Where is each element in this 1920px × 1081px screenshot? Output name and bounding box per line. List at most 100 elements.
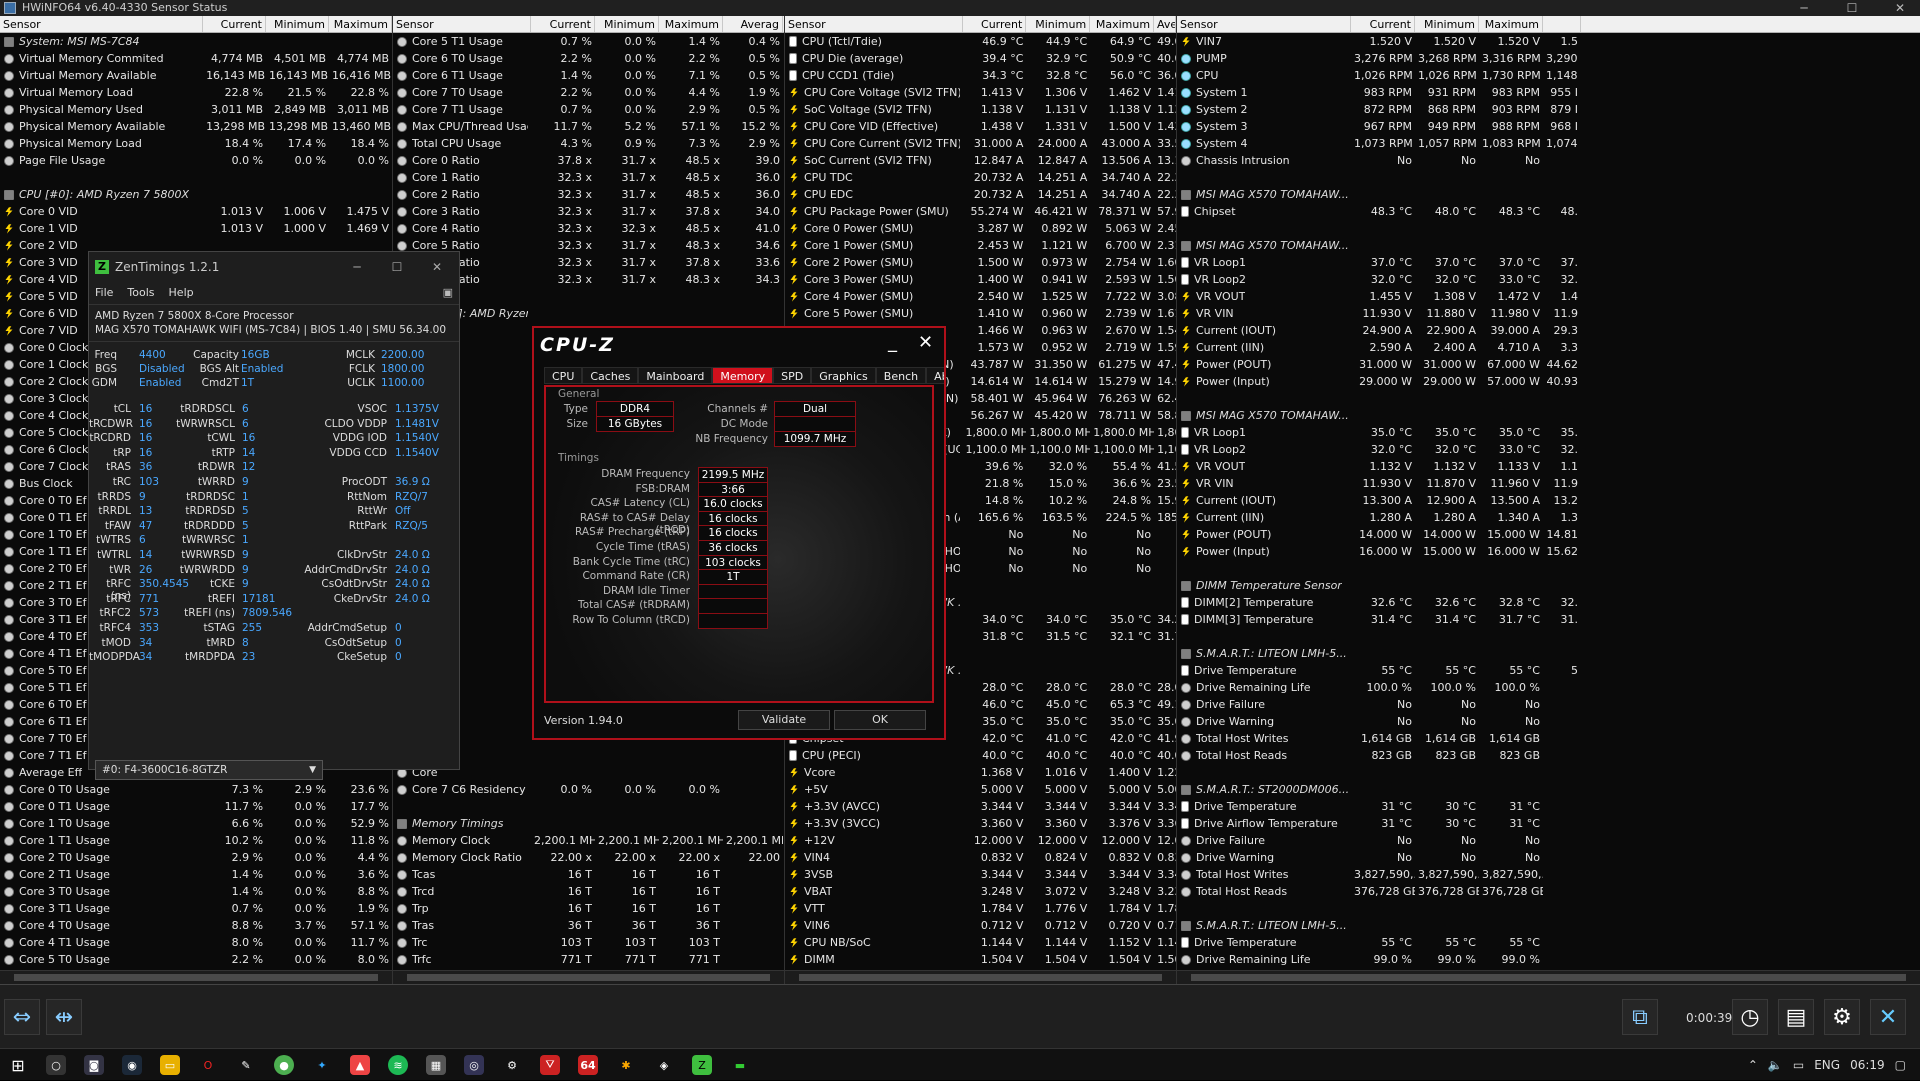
- sensor-row[interactable]: Core 7 C6 Residency 0.0 % 0.0 % 0.0 %: [393, 781, 784, 798]
- zentimings-taskbar-icon[interactable]: Z: [692, 1055, 712, 1075]
- sensor-group-header[interactable]: DIMM Temperature Sensor: [1177, 577, 1920, 594]
- gear-icon[interactable]: ⚙: [1824, 999, 1860, 1035]
- sensor-row[interactable]: Total Host Writes 1,614 GB 1,614 GB 1,614 G…: [1177, 730, 1920, 747]
- sensor-row[interactable]: [1177, 560, 1920, 577]
- sensor-row[interactable]: VR VOUT 1.132 V 1.132 V 1.133 V 1.1: [1177, 458, 1920, 475]
- column-header[interactable]: Maximum: [1479, 16, 1543, 32]
- sensor-group-header[interactable]: S.M.A.R.T.: LITEON LMH-5...: [1177, 645, 1920, 662]
- sensor-row[interactable]: CPU (Tctl/Tdie) 46.9 °C 44.9 °C 64.9 °C 49.0: [785, 33, 1176, 50]
- msi-afterburner-icon[interactable]: ⛛: [540, 1055, 560, 1075]
- sensor-row[interactable]: +5V 5.000 V 5.000 V 5.000 V 5.00: [785, 781, 1176, 798]
- sensor-row[interactable]: Core 1 Ratio 32.3 x 31.7 x 48.5 x 36.0: [393, 169, 784, 186]
- discord-icon[interactable]: ◙: [84, 1055, 104, 1075]
- windows-start-icon[interactable]: ⊞: [8, 1055, 28, 1075]
- sensor-row[interactable]: Power (POUT) 14.000 W 14.000 W 15.000 W 14.8…: [1177, 526, 1920, 543]
- chevron-up-icon[interactable]: ⌃: [1748, 1058, 1758, 1072]
- sensor-row[interactable]: 3VSB 3.344 V 3.344 V 3.344 V 3.34: [785, 866, 1176, 883]
- sensor-row[interactable]: Tras 36 T 36 T 36 T: [393, 917, 784, 934]
- sensor-row[interactable]: System 3 967 RPM 949 RPM 988 RPM 968 I: [1177, 118, 1920, 135]
- zen-minimize-button[interactable]: ─: [337, 252, 377, 282]
- sensor-row[interactable]: Drive Failure No No No: [1177, 832, 1920, 849]
- column-header[interactable]: Minimum: [266, 16, 329, 32]
- close-icon[interactable]: ✕: [1880, 0, 1920, 16]
- sensor-row[interactable]: Drive Remaining Life 100.0 % 100.0 % 100.0 …: [1177, 679, 1920, 696]
- sensor-row[interactable]: Core 3 Power (SMU) 1.400 W 0.941 W 2.593 W 1…: [785, 271, 1176, 288]
- column-header[interactable]: Maximum: [659, 16, 723, 32]
- sensor-row[interactable]: DIMM[2] Temperature 32.6 °C 32.6 °C 32.8 °C…: [1177, 594, 1920, 611]
- column-header[interactable]: Maximum: [329, 16, 392, 32]
- brave-icon[interactable]: ▲: [350, 1055, 370, 1075]
- sensor-row[interactable]: System 1 983 RPM 931 RPM 983 RPM 955 I: [1177, 84, 1920, 101]
- column-header[interactable]: Sensor: [393, 16, 531, 32]
- tab-memory[interactable]: Memory: [712, 367, 774, 384]
- sensor-row[interactable]: +3.3V (3VCC) 3.360 V 3.360 V 3.376 V 3.36: [785, 815, 1176, 832]
- arrows-collapse-icon[interactable]: ⇹: [46, 999, 82, 1035]
- sensor-row[interactable]: VIN4 0.832 V 0.824 V 0.832 V 0.83: [785, 849, 1176, 866]
- add-log-icon[interactable]: ▤: [1778, 999, 1814, 1035]
- sensor-row[interactable]: Core 6 T1 Usage 1.4 % 0.0 % 7.1 % 0.5 %: [393, 67, 784, 84]
- settings-app-icon[interactable]: ⚙: [502, 1055, 522, 1075]
- sensor-row[interactable]: CPU 1,026 RPM 1,026 RPM 1,730 RPM 1,148 I: [1177, 67, 1920, 84]
- sensor-row[interactable]: Core 4 T1 Usage 8.0 % 0.0 % 11.7 %: [0, 934, 392, 951]
- tab-mainboard[interactable]: Mainboard: [638, 367, 713, 384]
- sensor-row[interactable]: Core 7 T0 Usage 2.2 % 0.0 % 4.4 % 1.9 %: [393, 84, 784, 101]
- sensor-row[interactable]: CPU CCD1 (Tdie) 34.3 °C 32.8 °C 56.0 °C 36.0: [785, 67, 1176, 84]
- minimize-button[interactable]: ─: [1784, 0, 1824, 16]
- sensor-row[interactable]: Physical Memory Used 3,011 MB 2,849 MB 3,01…: [0, 101, 392, 118]
- sensor-row[interactable]: Core 1 T0 Usage 6.6 % 0.0 % 52.9 %: [0, 815, 392, 832]
- sensor-group-header[interactable]: Memory Timings: [393, 815, 784, 832]
- sensor-row[interactable]: VR Loop1 35.0 °C 35.0 °C 35.0 °C 35.: [1177, 424, 1920, 441]
- cpuz-taskbar-icon[interactable]: ▬: [730, 1055, 750, 1075]
- sensor-row[interactable]: VR Loop2 32.0 °C 32.0 °C 33.0 °C 32.: [1177, 441, 1920, 458]
- sensor-row[interactable]: Core 4 Ratio 32.3 x 32.3 x 48.5 x 41.0: [393, 220, 784, 237]
- sensor-row[interactable]: Virtual Memory Load 22.8 % 21.5 % 22.8 %: [0, 84, 392, 101]
- sensor-row[interactable]: [1177, 220, 1920, 237]
- sensor-row[interactable]: Memory Clock Ratio 22.00 x 22.00 x 22.00 x 2…: [393, 849, 784, 866]
- calculator-icon[interactable]: ▦: [426, 1055, 446, 1075]
- sensor-row[interactable]: CPU Core VID (Effective) 1.438 V 1.331 V 1.…: [785, 118, 1176, 135]
- tab-caches[interactable]: Caches: [582, 367, 639, 384]
- column-header[interactable]: Minimum: [1415, 16, 1479, 32]
- sensor-row[interactable]: Current (IIN) 2.590 A 2.400 A 4.710 A 3.3: [1177, 339, 1920, 356]
- sensor-row[interactable]: DIMM[3] Temperature 31.4 °C 31.4 °C 31.7 °C…: [1177, 611, 1920, 628]
- tab-cpu[interactable]: CPU: [544, 367, 583, 384]
- sensor-group-header[interactable]: MSI MAG X570 TOMAHAW...: [1177, 186, 1920, 203]
- sensor-group-header[interactable]: S.M.A.R.T.: LITEON LMH-5...: [1177, 917, 1920, 934]
- sensor-row[interactable]: CPU TDC 20.732 A 14.251 A 34.740 A 22.31: [785, 169, 1176, 186]
- zen-maximize-button[interactable]: ☐: [377, 252, 417, 282]
- sensor-row[interactable]: Drive Warning No No No: [1177, 849, 1920, 866]
- sensor-row[interactable]: Virtual Memory Available 16,143 MB 16,143 …: [0, 67, 392, 84]
- horizontal-scrollbar[interactable]: [393, 970, 784, 984]
- sensor-row[interactable]: Core 1 VID 1.013 V 1.000 V 1.469 V: [0, 220, 392, 237]
- sensor-row[interactable]: [393, 798, 784, 815]
- tab-about[interactable]: About: [926, 367, 944, 384]
- sensor-row[interactable]: Core 6 T0 Usage 2.2 % 0.0 % 2.2 % 0.5 %: [393, 50, 784, 67]
- menu-tools[interactable]: Tools: [127, 282, 154, 304]
- horizontal-scrollbar[interactable]: [1177, 970, 1920, 984]
- volume-icon[interactable]: 🔈: [1768, 1058, 1783, 1072]
- sensor-row[interactable]: Trfc 771 T 771 T 771 T: [393, 951, 784, 968]
- sensor-group-header[interactable]: CPU [#0]: AMD Ryzen 7 5800X: [0, 186, 392, 203]
- sensor-row[interactable]: Drive Temperature 55 °C 55 °C 55 °C: [1177, 934, 1920, 951]
- sensor-row[interactable]: Total Host Writes3,827,590,...3,827,590,…: [1177, 866, 1920, 883]
- sensor-group-header[interactable]: MSI MAG X570 TOMAHAW...: [1177, 407, 1920, 424]
- sensor-row[interactable]: DIMM 1.504 V 1.504 V 1.504 V 1.50: [785, 951, 1176, 968]
- menu-help[interactable]: Help: [169, 282, 194, 304]
- sensor-row[interactable]: Page File Usage 0.0 % 0.0 % 0.0 %: [0, 152, 392, 169]
- sensor-row[interactable]: Current (IOUT) 13.300 A 12.900 A 13.500 A 13…: [1177, 492, 1920, 509]
- sensor-row[interactable]: Physical Memory Load 18.4 % 17.4 % 18.4 %: [0, 135, 392, 152]
- sensor-row[interactable]: Core 3 T1 Usage 0.7 % 0.0 % 1.9 %: [0, 900, 392, 917]
- column-header[interactable]: Averag: [723, 16, 783, 32]
- sensor-row[interactable]: Power (Input) 29.000 W 29.000 W 57.000 W 40.…: [1177, 373, 1920, 390]
- gpu-icon[interactable]: ◈: [654, 1055, 674, 1075]
- cpuz-minimize-button[interactable]: _: [888, 332, 897, 353]
- sensor-row[interactable]: Memory Clock2,200.1 MHz2,200.1 MHz2,200.…: [393, 832, 784, 849]
- sensor-row[interactable]: Drive Failure No No No: [1177, 696, 1920, 713]
- sensor-row[interactable]: CPU (PECI) 40.0 °C 40.0 °C 40.0 °C 40.0: [785, 747, 1176, 764]
- sensor-row[interactable]: Current (IIN) 1.280 A 1.280 A 1.340 A 1.3: [1177, 509, 1920, 526]
- sensor-row[interactable]: Chipset 48.3 °C 48.0 °C 48.3 °C 48.: [1177, 203, 1920, 220]
- sensor-row[interactable]: Core 2 Ratio 32.3 x 31.7 x 48.5 x 36.0: [393, 186, 784, 203]
- sensor-row[interactable]: Drive Warning No No No: [1177, 713, 1920, 730]
- sensor-row[interactable]: VTT 1.784 V 1.776 V 1.784 V 1.78: [785, 900, 1176, 917]
- arrows-left-right-icon[interactable]: ⇔: [4, 999, 40, 1035]
